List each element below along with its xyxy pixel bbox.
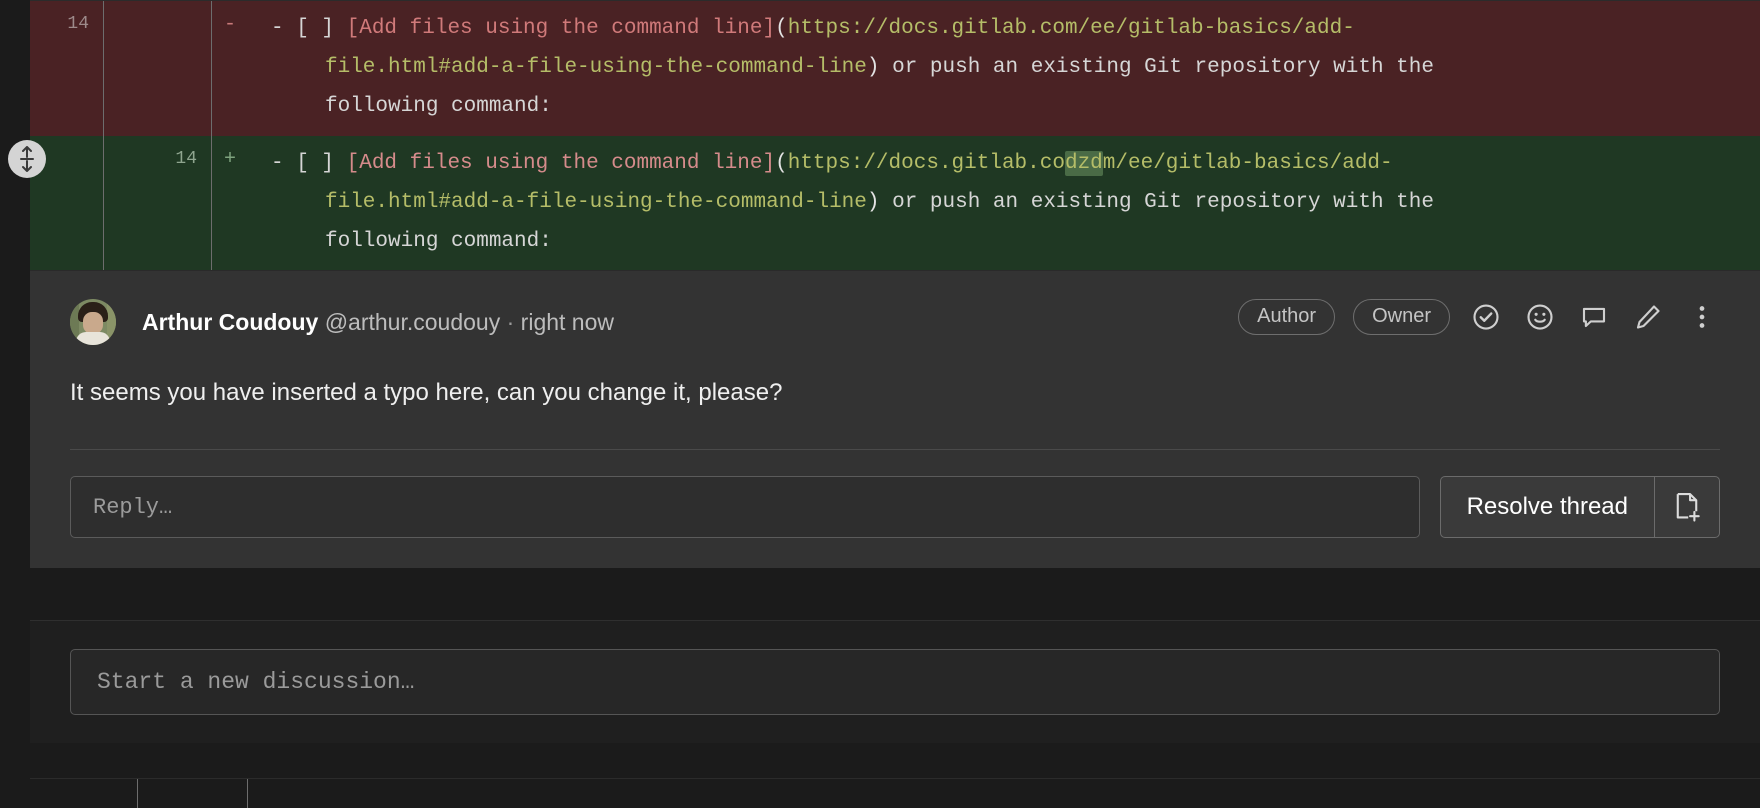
reply-comment-icon[interactable] — [1576, 299, 1612, 335]
gitlab-diff-discussion-view: 14 - - [ ] [Add files using the command … — [0, 0, 1760, 808]
comment-author-name[interactable]: Arthur Coudouy — [142, 309, 318, 335]
diff-token-url-2: file.html#add-a-file-using-the-command-l… — [325, 191, 867, 214]
new-line-number[interactable]: 14 — [103, 136, 211, 271]
diff-row-removed[interactable]: 14 - - [ ] [Add files using the command … — [30, 1, 1760, 136]
resolve-thread-group: Resolve thread — [1439, 476, 1720, 539]
diff-token-url-before-typo: https://docs.gitlab.co — [787, 152, 1065, 175]
diff-token-line3: following command: — [325, 230, 552, 253]
comment-body-text: It seems you have inserted a typo here, … — [70, 379, 783, 406]
diff-line-content-removed: - [ ] [Add files using the command line]… — [249, 1, 1760, 136]
diff-token-paren-open: ( — [775, 152, 788, 175]
comment-author-line: Arthur Coudouy @arthur.coudouy · right n… — [142, 308, 614, 335]
new-discussion-input[interactable] — [70, 649, 1720, 715]
diff-row-added[interactable]: 14 + - [ ] [Add files using the command … — [30, 136, 1760, 271]
reply-input[interactable] — [70, 476, 1420, 539]
discussion-thread: Arthur Coudouy @arthur.coudouy · right n… — [30, 270, 1760, 569]
edit-comment-icon[interactable] — [1630, 299, 1666, 335]
left-rail — [0, 0, 30, 808]
comment-timestamp[interactable]: right now — [521, 309, 614, 335]
diff-token-url-2: file.html#add-a-file-using-the-command-l… — [325, 56, 867, 79]
badge-author: Author — [1238, 299, 1336, 335]
new-issue-icon[interactable] — [1654, 476, 1720, 539]
next-diff-rows-stub — [30, 778, 1760, 808]
diff-token-paren-close: ) — [866, 56, 880, 79]
more-actions-icon[interactable] — [1684, 299, 1720, 335]
diff-token-line3: following command: — [325, 95, 552, 118]
comment-container: Arthur Coudouy @arthur.coudouy · right n… — [30, 271, 1760, 568]
diff-token-rest: or push an existing Git repository with … — [879, 191, 1434, 214]
resolve-thread-icon[interactable] — [1468, 299, 1504, 335]
diff-token-url-after-typo: m/ee/gitlab-basics/add- — [1102, 152, 1393, 175]
old-line-number[interactable]: 14 — [30, 1, 103, 136]
emoji-reaction-icon[interactable] — [1522, 299, 1558, 335]
new-discussion-zone — [30, 620, 1760, 743]
expand-collapse-handle[interactable] — [8, 140, 46, 178]
diff-hunk: 14 - - [ ] [Add files using the command … — [30, 0, 1760, 271]
diff-token-prefix: - [ ] — [271, 152, 347, 175]
diff-sign-plus: + — [211, 136, 249, 271]
diff-token-prefix: - [ ] — [271, 17, 347, 40]
diff-token-linktext: [Add files using the command line] — [346, 17, 776, 40]
badge-owner: Owner — [1353, 299, 1450, 335]
diff-token-paren-close: ) — [866, 191, 880, 214]
comment-author-handle[interactable]: @arthur.coudouy — [325, 309, 501, 335]
comment-header: Arthur Coudouy @arthur.coudouy · right n… — [70, 295, 1720, 349]
comment-meta-separator: · — [506, 308, 515, 335]
reply-row: Resolve thread — [70, 449, 1720, 568]
diff-token-rest: or push an existing Git repository with … — [879, 56, 1434, 79]
diff-token-url-1: https://docs.gitlab.com/ee/gitlab-basics… — [787, 17, 1355, 40]
avatar[interactable] — [70, 299, 116, 345]
comment-actions: Author Owner — [1238, 299, 1720, 335]
diff-token-typo-highlight: dzd — [1064, 151, 1103, 176]
diff-line-content-added: - [ ] [Add files using the command line]… — [249, 136, 1760, 271]
diff-sign-minus: - — [211, 1, 249, 136]
diff-token-linktext: [Add files using the command line] — [346, 152, 776, 175]
new-line-number[interactable] — [103, 1, 211, 136]
resolve-thread-button[interactable]: Resolve thread — [1439, 476, 1654, 539]
diff-token-paren-open: ( — [775, 17, 788, 40]
